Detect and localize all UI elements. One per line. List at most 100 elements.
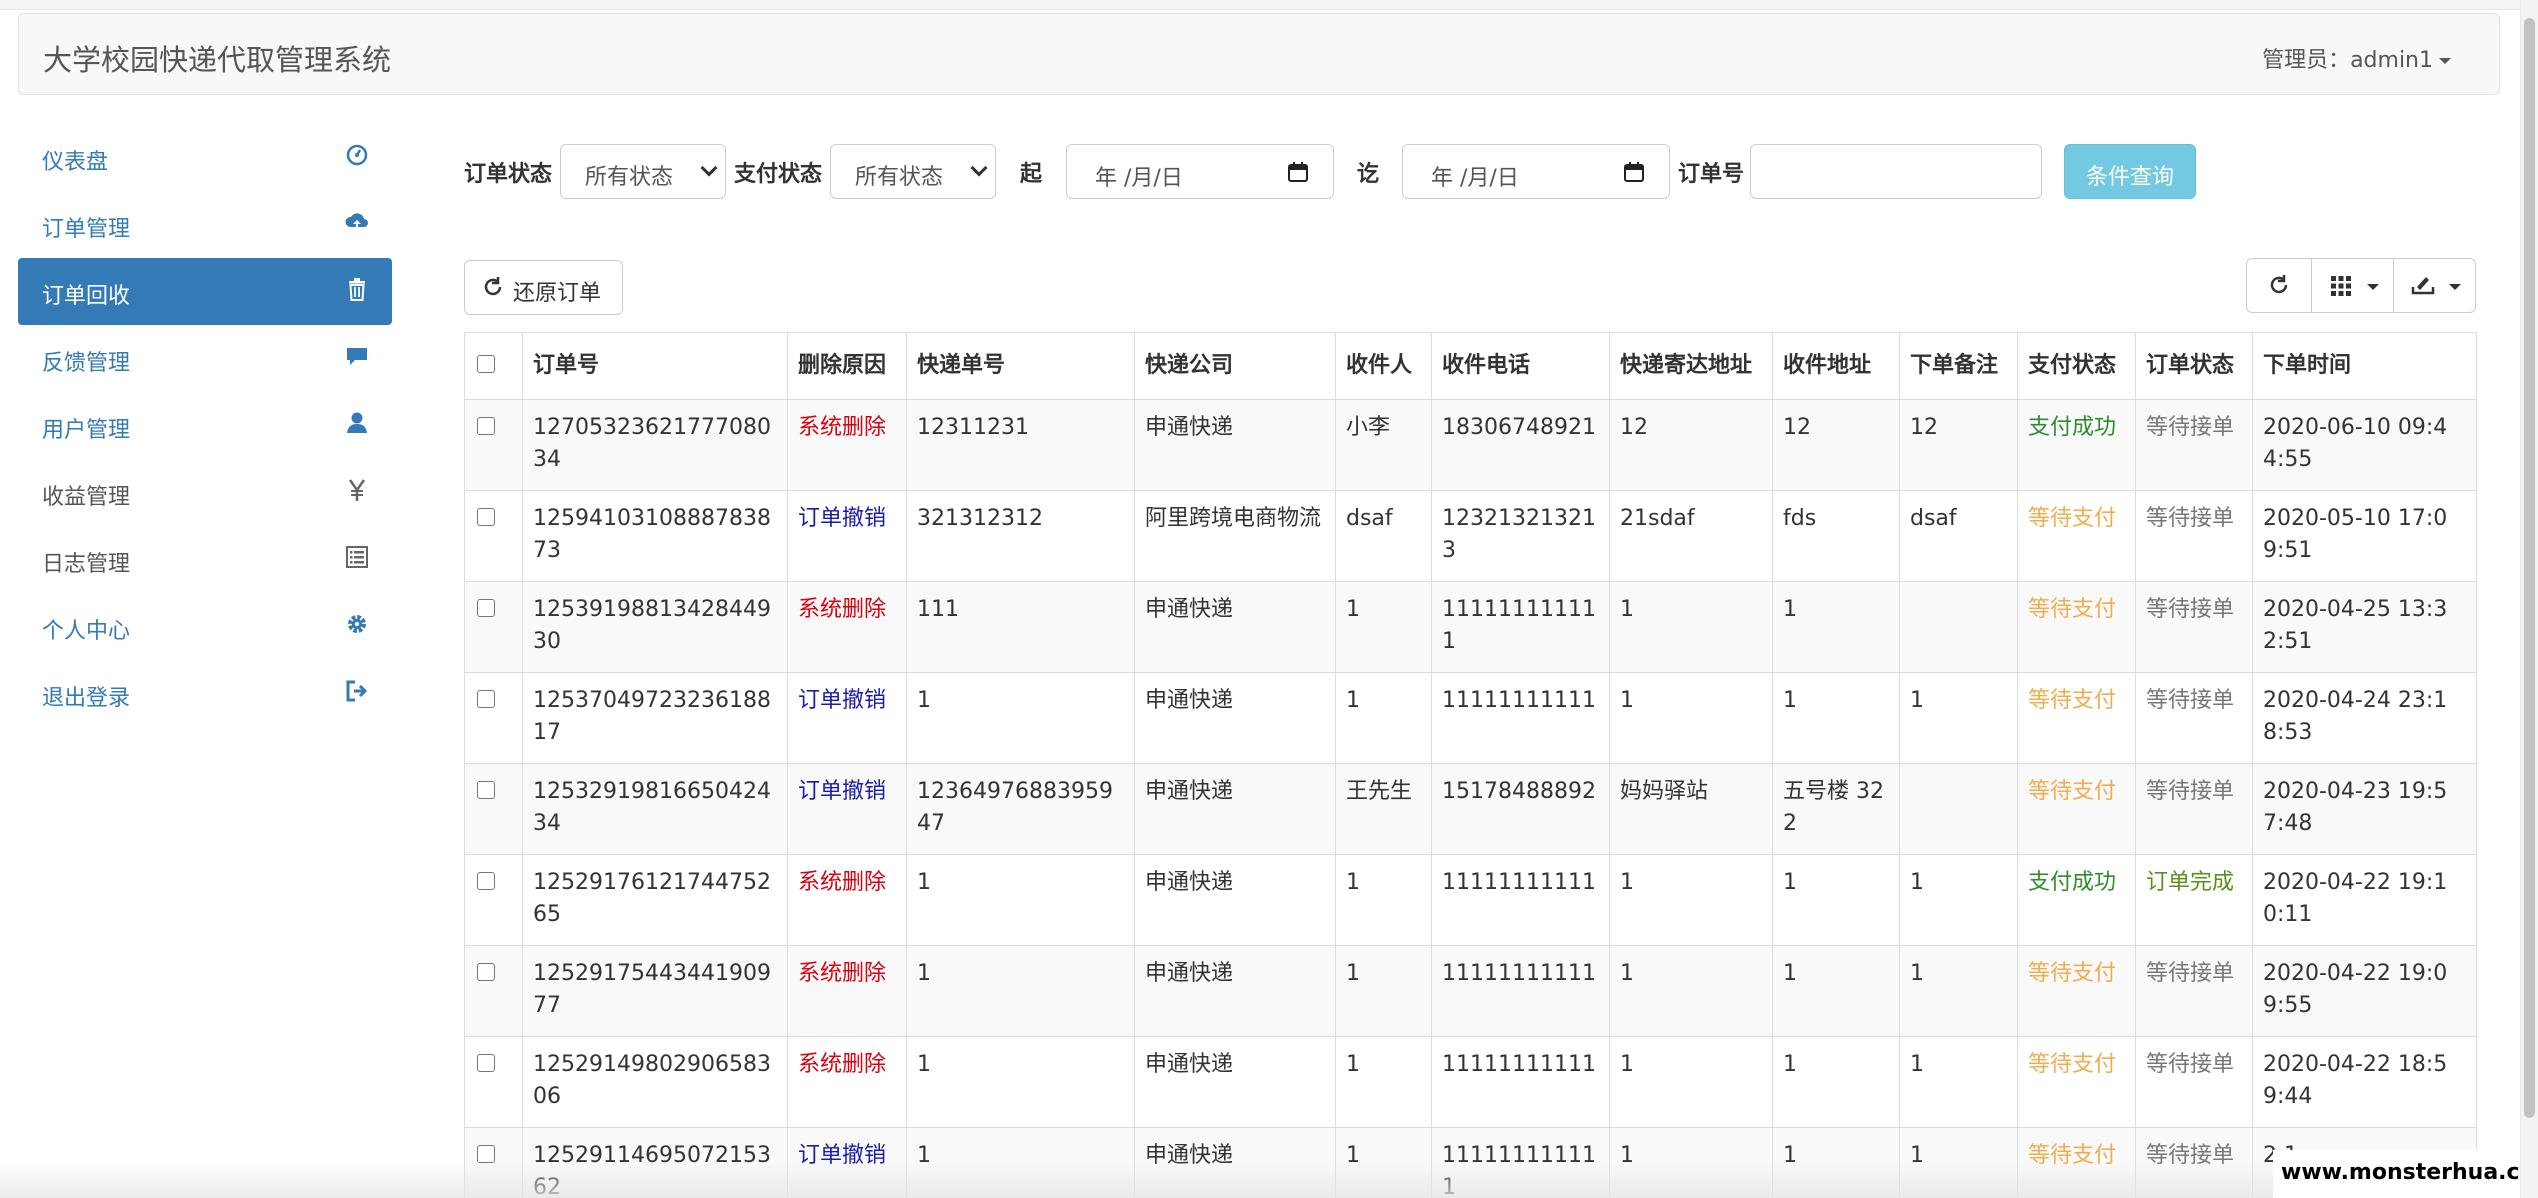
sidebar-item-logs[interactable]: 日志管理 (18, 526, 392, 593)
table-row[interactable]: 1253704972323618817 订单撤销 1 申通快递 1 11111111111… (464, 672, 2477, 764)
table-row[interactable]: 1252911469507215362 订单撤销 1 申通快递 1 11111111111… (464, 1127, 2477, 1198)
column-header[interactable]: 订单状态 (2135, 332, 2253, 400)
sidebar-item-dashboard[interactable]: 仪表盘 (18, 124, 392, 191)
filter-bar: 订单状态 所有状态 支付状态 所有状态 起 年 /月/日 讫 年 /月/日 订单… (464, 140, 2204, 200)
cell-time: 2020-04-25 13:32:51 (2252, 581, 2477, 673)
cell-recipient: dsaf (1335, 490, 1432, 582)
cell-recipient: 1 (1335, 672, 1432, 764)
admin-menu[interactable]: 管理员：admin1 (2262, 42, 2451, 74)
row-select-cell (464, 1036, 523, 1128)
watermark: www.monsterhua.com (2273, 1150, 2538, 1198)
cell-send-addr: 21sdaf (1609, 490, 1773, 582)
cell-recipient: 1 (1335, 581, 1432, 673)
column-header[interactable]: 快递公司 (1134, 332, 1336, 400)
table-row[interactable]: 1252917544344190977 系统删除 1 申通快递 1 11111111111… (464, 945, 2477, 1037)
cell-tracking: 1 (906, 854, 1135, 946)
cell-reason: 订单撤销 (787, 490, 907, 582)
cell-company: 申通快递 (1134, 763, 1336, 855)
table-row[interactable]: 1252914980290658306 系统删除 1 申通快递 1 11111111111… (464, 1036, 2477, 1128)
to-label: 讫 (1357, 162, 1380, 187)
row-select-cell (464, 763, 523, 855)
row-checkbox[interactable] (477, 872, 495, 890)
cell-pay-status: 等待支付 (2017, 672, 2136, 764)
cell-time: 2020-04-22 19:09:55 (2252, 945, 2477, 1037)
list-alt-icon (346, 546, 368, 568)
cell-order-no: 1252911469507215362 (522, 1127, 788, 1198)
cell-order-no: 1253704972323618817 (522, 672, 788, 764)
app-title[interactable]: 大学校园快递代取管理系统 (43, 37, 391, 79)
restore-order-button[interactable]: 还原订单 (464, 260, 623, 315)
cell-company: 申通快递 (1134, 672, 1336, 764)
columns-toggle-button[interactable] (2311, 258, 2394, 313)
column-header[interactable]: 收件人 (1335, 332, 1432, 400)
row-checkbox[interactable] (477, 508, 495, 526)
table-row[interactable]: 1259410310888783873 订单撤销 321312312 阿里跨境电商物流… (464, 490, 2477, 582)
cell-note (1899, 763, 2018, 855)
pay-status-select[interactable]: 所有状态 (830, 144, 996, 199)
row-checkbox[interactable] (477, 781, 495, 799)
sidebar-item-logout[interactable]: 退出登录 (18, 660, 392, 727)
column-header[interactable]: 快递单号 (906, 332, 1135, 400)
sidebar-item-income[interactable]: 收益管理 (18, 459, 392, 526)
row-checkbox[interactable] (477, 1145, 495, 1163)
row-checkbox[interactable] (477, 963, 495, 981)
dashboard-icon (346, 144, 368, 166)
export-button[interactable] (2393, 258, 2476, 313)
from-date-input[interactable]: 年 /月/日 (1066, 144, 1334, 199)
sidebar-item-profile[interactable]: 个人中心 (18, 593, 392, 660)
column-header[interactable]: 下单时间 (2252, 332, 2477, 400)
order-status-select[interactable]: 所有状态 (560, 144, 726, 199)
row-select-cell (464, 1127, 523, 1198)
cell-note: 1 (1899, 1127, 2018, 1198)
column-header[interactable]: 订单号 (522, 332, 788, 400)
trash-icon (349, 278, 365, 301)
sidebar: 仪表盘 订单管理 订单回收 反馈管理 用户管理 收益管理 日志管理 个人中心 退… (18, 124, 392, 727)
row-checkbox[interactable] (477, 417, 495, 435)
calendar-icon[interactable] (1287, 161, 1309, 183)
order-status-value: 所有状态 (585, 165, 674, 190)
row-checkbox[interactable] (477, 599, 495, 617)
select-all-cell (464, 332, 523, 400)
table-row[interactable]: 1253919881342844930 系统删除 111 申通快递 1 111111111… (464, 581, 2477, 673)
cell-pay-status: 支付成功 (2017, 399, 2136, 491)
cell-phone: 111111111111 (1431, 1127, 1610, 1198)
sidebar-item-orders[interactable]: 订单管理 (18, 191, 392, 258)
cell-send-addr: 1 (1609, 672, 1773, 764)
row-checkbox[interactable] (477, 1054, 495, 1072)
cell-order-no: 1270532362177708034 (522, 399, 788, 491)
cell-send-addr: 12 (1609, 399, 1773, 491)
table-row[interactable]: 1270532362177708034 系统删除 12311231 申通快递 小李 183… (464, 399, 2477, 491)
scrollbar-thumb[interactable] (2524, 18, 2535, 1118)
column-header[interactable]: 支付状态 (2017, 332, 2136, 400)
cell-note (1899, 581, 2018, 673)
cell-tracking: 1 (906, 1127, 1135, 1198)
from-label: 起 (1020, 162, 1043, 187)
calendar-icon[interactable] (1623, 161, 1645, 183)
cell-company: 申通快递 (1134, 1127, 1336, 1198)
column-header[interactable]: 删除原因 (787, 332, 907, 400)
table-row[interactable]: 1253291981665042434 订单撤销 1236497688395947 申… (464, 763, 2477, 855)
order-no-input[interactable] (1750, 144, 2042, 199)
sidebar-item-recycle[interactable]: 订单回收 (18, 258, 392, 325)
cell-recipient: 1 (1335, 854, 1432, 946)
cell-recipient: 小李 (1335, 399, 1432, 491)
row-checkbox[interactable] (477, 690, 495, 708)
cell-order-status: 等待接单 (2135, 581, 2253, 673)
cell-send-addr: 1 (1609, 854, 1773, 946)
cell-order-status: 等待接单 (2135, 945, 2253, 1037)
column-header[interactable]: 收件地址 (1772, 332, 1900, 400)
query-button[interactable]: 条件查询 (2064, 144, 2196, 199)
to-date-input[interactable]: 年 /月/日 (1402, 144, 1670, 199)
refresh-button[interactable] (2246, 258, 2312, 313)
column-header[interactable]: 快递寄达地址 (1609, 332, 1773, 400)
column-header[interactable]: 下单备注 (1899, 332, 2018, 400)
sidebar-item-feedback[interactable]: 反馈管理 (18, 325, 392, 392)
refresh-icon (484, 277, 502, 296)
page-scrollbar[interactable] (2520, 0, 2538, 1198)
select-all-checkbox[interactable] (477, 355, 495, 373)
cell-tracking: 12311231 (906, 399, 1135, 491)
sidebar-item-users[interactable]: 用户管理 (18, 392, 392, 459)
cell-pay-status: 等待支付 (2017, 945, 2136, 1037)
column-header[interactable]: 收件电话 (1431, 332, 1610, 400)
table-row[interactable]: 1252917612174475265 系统删除 1 申通快递 1 11111111111… (464, 854, 2477, 946)
